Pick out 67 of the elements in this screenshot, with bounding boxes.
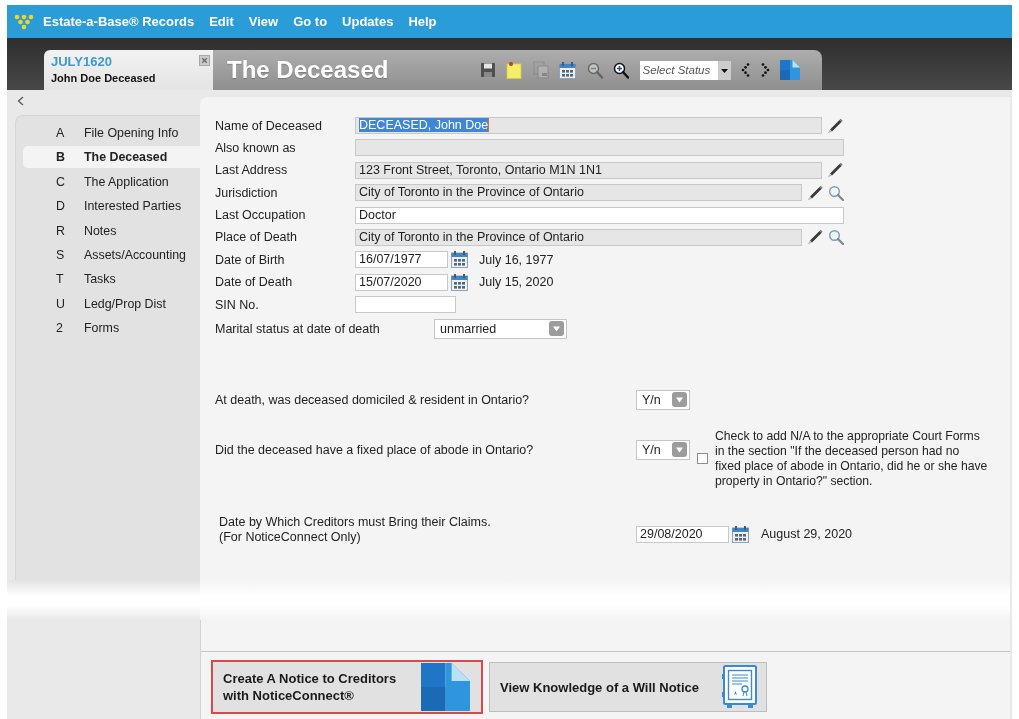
sticky-note-icon[interactable] [506, 61, 522, 79]
date-field[interactable]: 16/07/1977 [355, 251, 448, 269]
sidebar-item[interactable]: A File Opening Info [23, 122, 200, 144]
pencil-icon[interactable] [826, 116, 844, 135]
safe-icon [722, 665, 757, 709]
caret-down-icon [717, 60, 731, 80]
close-icon[interactable] [199, 55, 210, 66]
text-field[interactable]: City of Toronto in the Province of Ontario [355, 228, 802, 246]
save-icon[interactable] [479, 62, 496, 78]
record-code: JULY1620 [51, 54, 112, 69]
record-name: John Doe Deceased [51, 71, 156, 85]
field-label: SIN No. [215, 297, 260, 312]
field-label: Date of Death [215, 275, 294, 290]
pencil-icon[interactable] [806, 183, 824, 202]
date-text: July 15, 2020 [479, 275, 554, 290]
pencil-icon[interactable] [826, 161, 844, 180]
text-field[interactable]: Doctor [355, 206, 844, 224]
field-label: Date by Which Creditors must Bring their Claims. (For NoticeConnect Only) [218, 514, 492, 545]
zoom-in-icon[interactable] [613, 61, 629, 79]
field-label: Last Address [215, 163, 289, 178]
will-notice-button[interactable]: View Knowledge of a Will Notice [489, 662, 767, 712]
document-icon [421, 663, 470, 711]
status-select[interactable]: Select Status [639, 60, 731, 80]
document-icon[interactable] [780, 60, 800, 80]
sidebar-item[interactable]: 2 Forms [23, 317, 200, 340]
record-tab[interactable]: JULY1620 John Doe Deceased [44, 50, 213, 90]
sidebar-item[interactable]: D Interested Parties [23, 195, 200, 218]
calendar-icon[interactable] [451, 273, 468, 291]
chevron-left-icon[interactable] [741, 63, 750, 77]
pencil-icon[interactable] [806, 228, 824, 247]
chevron-right-icon[interactable] [760, 63, 770, 77]
create-notice-button[interactable]: Create A Notice to Creditors with NoticeConnect® [211, 660, 483, 714]
date-field[interactable]: 15/07/2020 [355, 273, 448, 291]
field-label: Last Occupation [215, 208, 307, 223]
text-field[interactable]: City of Toronto in the Province of Ontario [355, 184, 802, 202]
field-label: Also known as [215, 140, 297, 155]
text-field[interactable]: DECEASED, John Doe [355, 117, 822, 134]
sidebar-item[interactable]: S Assets/Accounting [23, 243, 200, 266]
date-text: July 16, 1977 [479, 252, 554, 267]
dropdown[interactable]: Y/n [636, 389, 690, 410]
field-label: Jurisdiction [215, 185, 279, 200]
sidebar-item[interactable]: U Ledg/Prop Dist [23, 292, 200, 315]
chevron-left-icon[interactable] [17, 96, 24, 106]
question-text: Did the deceased have a fixed place of abode in Ontario? [215, 441, 535, 459]
calendar-icon[interactable] [451, 251, 468, 269]
text-field[interactable]: 123 Front Street, Toronto, Ontario M1N 1N1 [355, 161, 822, 179]
dropdown[interactable]: unmarried [434, 318, 567, 339]
field-label: Marital status at date of death [215, 321, 381, 336]
text-field[interactable] [355, 139, 844, 157]
calendar-icon[interactable] [559, 61, 576, 79]
dropdown[interactable]: Y/n [636, 439, 690, 460]
logo-icon [14, 13, 34, 30]
checkbox[interactable] [697, 452, 708, 464]
field-label: Place of Death [215, 230, 298, 245]
sidebar-item[interactable]: B The Deceased [23, 146, 200, 169]
field-label: Name of Deceased [215, 118, 323, 133]
page-title: The Deceased [227, 56, 389, 84]
field-label: Date of Birth [215, 252, 286, 267]
text-field[interactable] [355, 296, 456, 314]
sidebar-item[interactable]: T Tasks [23, 268, 200, 291]
date-text: August 29, 2020 [761, 527, 853, 541]
sidebar-item[interactable]: R Notes [23, 219, 200, 242]
checkbox-note: Check to add N/A to the appropriate Court Forms in the section "If the deceased person had no fixed place of abode in Ontario, did he or she have property in Ontario?" section. [715, 428, 988, 489]
calendar-icon[interactable] [732, 525, 749, 543]
sidebar-item[interactable]: C The Application [23, 170, 200, 193]
question-text: At death, was deceased domiciled & resident in Ontario? [215, 391, 531, 409]
date-field[interactable]: 29/08/2020 [636, 525, 729, 543]
